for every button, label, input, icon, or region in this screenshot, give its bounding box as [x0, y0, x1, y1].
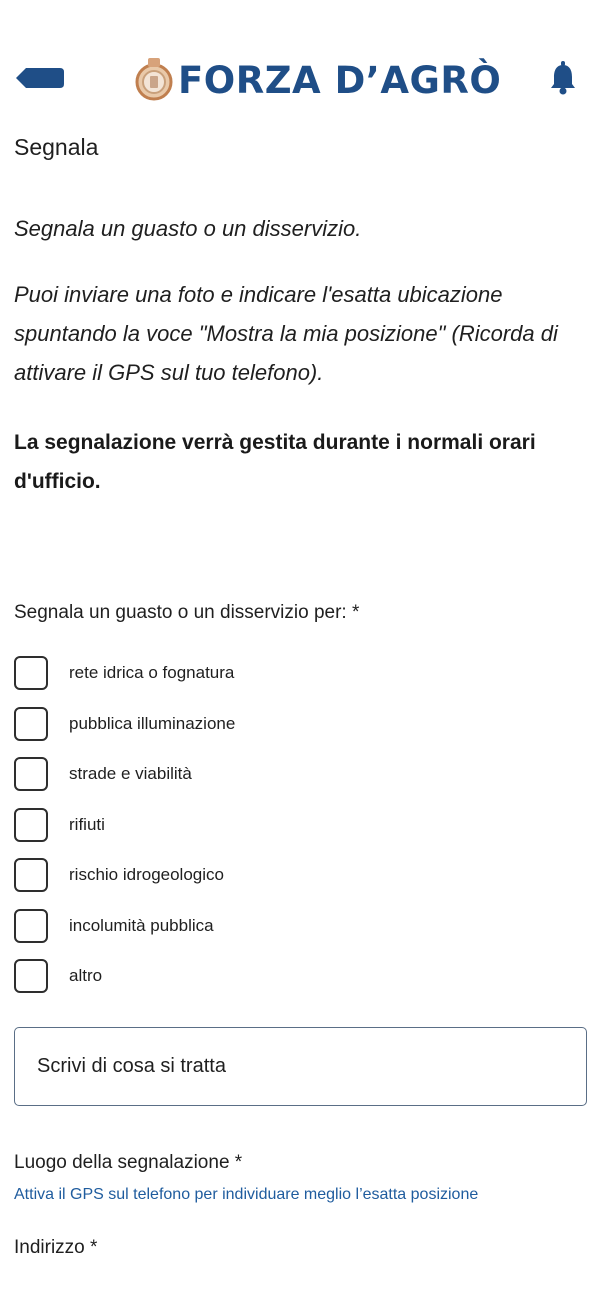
category-option[interactable]: rifiuti [14, 800, 574, 851]
app-header: FORZA D’AGRÒ [0, 40, 600, 120]
category-option[interactable]: strade e viabilità [14, 749, 574, 800]
category-label: Segnala un guasto o un disservizio per: … [14, 602, 360, 623]
category-option-label: incolumità pubblica [69, 915, 214, 935]
gps-hint: Attiva il GPS sul telefono per individua… [14, 1186, 479, 1203]
checkbox[interactable] [14, 807, 48, 842]
intro-text: Segnala un guasto o un disservizio. [14, 216, 362, 241]
back-arrow-icon [16, 68, 64, 88]
checkbox[interactable] [14, 757, 48, 792]
category-option-label: strade e viabilità [69, 764, 192, 784]
instructions-text: Puoi inviare una foto e indicare l'esatt… [14, 282, 558, 385]
checkbox[interactable] [14, 656, 48, 691]
category-checklist: rete idrica o fognatura pubblica illumin… [14, 648, 574, 1002]
category-option-label: altro [69, 966, 103, 986]
category-option-label: rischio idrogeologico [69, 865, 224, 885]
office-hours-notice: La segnalazione verrà gestita durante i … [14, 431, 536, 493]
back-button[interactable] [16, 68, 64, 88]
category-option[interactable]: altro [14, 951, 574, 1002]
notifications-button[interactable] [548, 60, 578, 96]
municipality-logo: FORZA D’AGRÒ [132, 52, 501, 108]
category-option-label: rifiuti [69, 814, 105, 834]
checkbox[interactable] [14, 908, 48, 943]
category-option[interactable]: rischio idrogeologico [14, 850, 574, 901]
coat-of-arms-icon [135, 58, 173, 101]
description-input[interactable] [14, 1027, 587, 1106]
municipality-name: FORZA D’AGRÒ [178, 58, 502, 102]
category-option-label: rete idrica o fognatura [69, 663, 235, 683]
location-label: Luogo della segnalazione * [14, 1152, 243, 1173]
checkbox[interactable] [14, 858, 48, 893]
bell-icon [551, 61, 575, 95]
category-option-label: pubblica illuminazione [69, 713, 236, 733]
category-option[interactable]: pubblica illuminazione [14, 699, 574, 750]
address-label: Indirizzo * [14, 1237, 98, 1258]
checkbox[interactable] [14, 959, 48, 994]
page-title: Segnala [14, 134, 99, 160]
category-option[interactable]: rete idrica o fognatura [14, 648, 574, 699]
category-option[interactable]: incolumità pubblica [14, 901, 574, 952]
checkbox[interactable] [14, 706, 48, 741]
